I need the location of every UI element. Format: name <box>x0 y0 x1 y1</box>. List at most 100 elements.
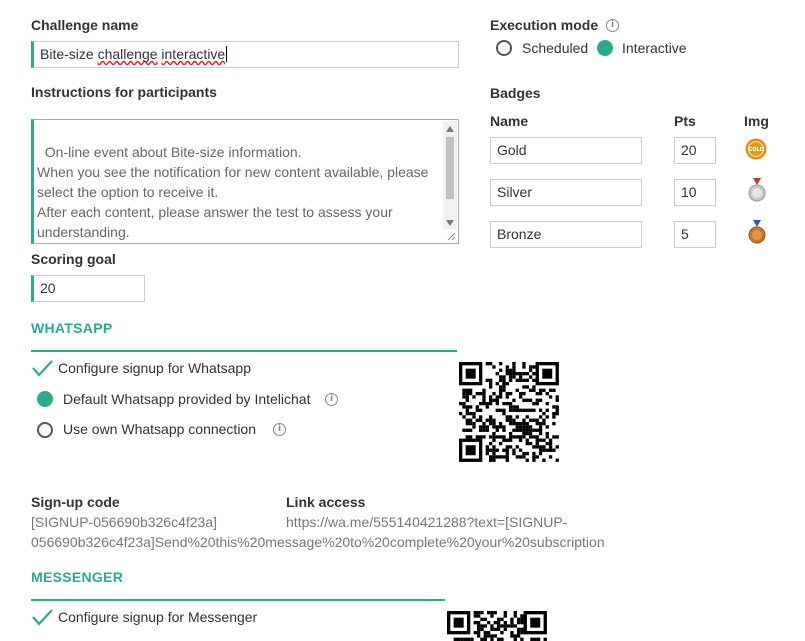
qr-module <box>465 388 469 392</box>
messenger-configure-label[interactable]: Configure signup for Messenger <box>58 609 257 625</box>
qr-module <box>532 451 536 456</box>
instructions-scrollbar[interactable] <box>443 121 457 229</box>
checkmark-icon[interactable] <box>31 608 53 626</box>
qr-module <box>475 391 479 396</box>
scroll-up-arrow-icon[interactable] <box>446 126 454 132</box>
qr-module <box>508 431 513 436</box>
qr-module <box>535 445 539 449</box>
qr-module <box>545 408 549 412</box>
link-access-label: Link access <box>286 494 366 510</box>
qr-module <box>475 408 479 412</box>
gold-medal-icon[interactable]: GOLD <box>745 137 767 161</box>
badge-bronze-pts-input[interactable]: 5 <box>674 221 716 248</box>
link-access-value-line1[interactable]: https://wa.me/555140421288?text=[SIGNUP- <box>286 514 567 530</box>
qr-module <box>522 425 526 429</box>
qr-module <box>492 435 496 439</box>
qr-module <box>518 408 523 412</box>
qr-module <box>525 398 529 402</box>
whatsapp-divider <box>31 350 457 352</box>
qr-module <box>538 408 543 412</box>
qr-module <box>502 448 506 452</box>
badge-gold-pts-input[interactable]: 20 <box>674 137 716 164</box>
whatsapp-own-radio[interactable] <box>37 422 53 438</box>
qr-module <box>512 375 516 379</box>
qr-module <box>515 408 519 412</box>
info-icon[interactable]: i <box>273 423 286 436</box>
whatsapp-own-label[interactable]: Use own Whatsapp connection <box>63 421 256 437</box>
signup-code-value: [SIGNUP-056690b326c4f23a] <box>31 514 218 530</box>
badges-header-img: Img <box>744 113 769 129</box>
badge-silver-pts-input[interactable]: 10 <box>674 179 716 206</box>
qr-module <box>502 455 506 459</box>
scroll-down-arrow-icon[interactable] <box>446 220 454 226</box>
qr-module <box>505 395 509 399</box>
qr-module <box>518 378 523 382</box>
qr-module <box>492 458 496 462</box>
qr-module <box>492 445 496 449</box>
link-access-value-line2[interactable]: 056690b326c4f23a]Send%20this%20message%2… <box>31 534 605 550</box>
qr-module <box>525 371 529 376</box>
qr-module <box>508 418 513 422</box>
qr-module <box>493 620 497 625</box>
bronze-medal-icon[interactable] <box>746 220 768 244</box>
scroll-thumb[interactable] <box>446 137 454 199</box>
qr-module <box>495 425 499 429</box>
whatsapp-default-radio[interactable] <box>37 391 53 407</box>
qr-module <box>483 630 487 635</box>
qr-module <box>515 421 519 426</box>
scoring-goal-input[interactable]: 20 <box>31 275 145 302</box>
qr-module <box>545 391 549 396</box>
qr-finder <box>530 617 541 628</box>
whatsapp-configure-label[interactable]: Configure signup for Whatsapp <box>58 360 251 376</box>
whatsapp-default-label[interactable]: Default Whatsapp provided by Intelichat <box>63 391 310 407</box>
qr-module <box>548 388 553 392</box>
qr-module <box>552 405 556 409</box>
qr-module <box>515 378 519 382</box>
qr-module <box>485 418 489 422</box>
qr-module <box>520 630 524 635</box>
execution-scheduled-label[interactable]: Scheduled <box>522 40 588 56</box>
qr-module <box>538 425 543 429</box>
execution-interactive-label[interactable]: Interactive <box>622 40 687 56</box>
qr-module <box>470 637 474 641</box>
silver-medal-icon[interactable] <box>746 178 768 202</box>
qr-module <box>468 428 473 432</box>
badge-gold-name-input[interactable]: Gold <box>490 137 642 164</box>
qr-module <box>472 425 476 429</box>
qr-module <box>505 368 509 372</box>
qr-module <box>532 458 536 462</box>
qr-module <box>488 385 493 389</box>
qr-module <box>498 421 503 426</box>
info-icon[interactable]: i <box>325 393 338 406</box>
resize-handle-icon[interactable] <box>446 231 456 241</box>
qr-module <box>488 458 493 462</box>
qr-module <box>490 624 494 628</box>
execution-interactive-radio[interactable] <box>597 40 613 56</box>
qr-module <box>465 398 469 402</box>
qr-module <box>535 438 539 442</box>
qr-module <box>495 455 499 459</box>
qr-module <box>478 425 483 429</box>
qr-module <box>472 415 476 419</box>
badge-silver-name-input[interactable]: Silver <box>490 179 642 206</box>
challenge-name-input[interactable]: Bite-size challenge interactive <box>31 41 459 68</box>
qr-module <box>472 421 476 426</box>
qr-module <box>525 438 529 442</box>
qr-module <box>525 428 529 432</box>
qr-module <box>498 378 503 382</box>
qr-module <box>525 431 529 436</box>
qr-module <box>548 445 553 449</box>
instructions-textarea[interactable]: On-line event about Bite-size informatio… <box>31 119 459 244</box>
qr-module <box>468 411 473 416</box>
checkmark-icon[interactable] <box>31 359 53 377</box>
qr-module <box>482 428 486 432</box>
qr-module <box>528 365 533 369</box>
qr-module <box>478 415 483 419</box>
qr-module <box>518 395 523 399</box>
qr-module <box>498 425 503 429</box>
qr-module <box>525 441 529 446</box>
qr-module <box>528 425 533 429</box>
badge-bronze-name-input[interactable]: Bronze <box>490 221 642 248</box>
execution-scheduled-radio[interactable] <box>496 40 512 56</box>
info-icon[interactable]: i <box>606 19 619 32</box>
